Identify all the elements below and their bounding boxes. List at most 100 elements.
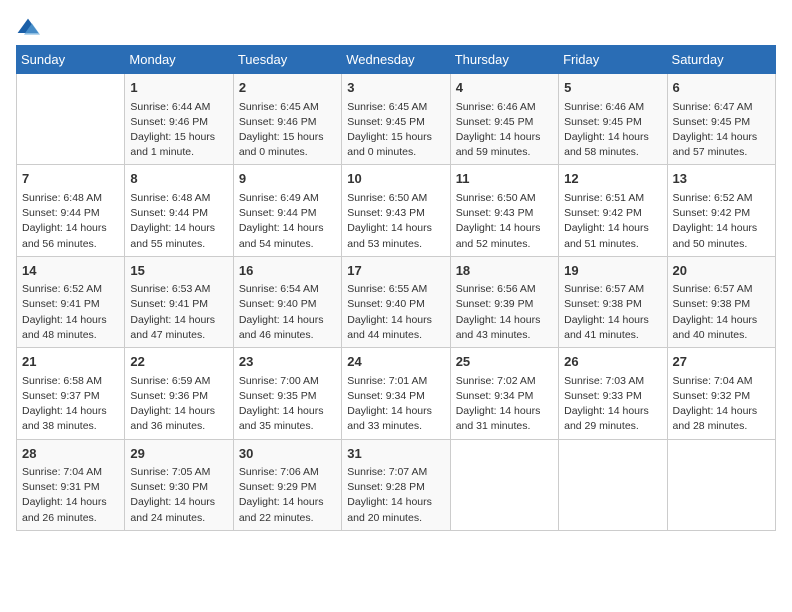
day-info: Sunrise: 6:46 AM Sunset: 9:45 PM Dayligh… — [564, 100, 661, 161]
day-number: 12 — [564, 169, 661, 189]
day-info: Sunrise: 7:03 AM Sunset: 9:33 PM Dayligh… — [564, 374, 661, 435]
day-number: 26 — [564, 352, 661, 372]
day-number: 4 — [456, 78, 553, 98]
calendar-cell: 11Sunrise: 6:50 AM Sunset: 9:43 PM Dayli… — [450, 165, 558, 256]
day-number: 11 — [456, 169, 553, 189]
calendar-cell: 2Sunrise: 6:45 AM Sunset: 9:46 PM Daylig… — [233, 74, 341, 165]
calendar-cell: 12Sunrise: 6:51 AM Sunset: 9:42 PM Dayli… — [559, 165, 667, 256]
calendar-cell: 22Sunrise: 6:59 AM Sunset: 9:36 PM Dayli… — [125, 348, 233, 439]
calendar-table: SundayMondayTuesdayWednesdayThursdayFrid… — [16, 45, 776, 531]
day-info: Sunrise: 6:58 AM Sunset: 9:37 PM Dayligh… — [22, 374, 119, 435]
day-header-saturday: Saturday — [667, 46, 775, 74]
day-info: Sunrise: 6:52 AM Sunset: 9:41 PM Dayligh… — [22, 282, 119, 343]
logo — [16, 16, 44, 37]
day-info: Sunrise: 6:45 AM Sunset: 9:46 PM Dayligh… — [239, 100, 336, 161]
calendar-cell: 18Sunrise: 6:56 AM Sunset: 9:39 PM Dayli… — [450, 256, 558, 347]
day-info: Sunrise: 7:04 AM Sunset: 9:31 PM Dayligh… — [22, 465, 119, 526]
day-info: Sunrise: 6:49 AM Sunset: 9:44 PM Dayligh… — [239, 191, 336, 252]
calendar-cell — [667, 439, 775, 530]
day-number: 29 — [130, 444, 227, 464]
day-number: 10 — [347, 169, 444, 189]
calendar-cell: 29Sunrise: 7:05 AM Sunset: 9:30 PM Dayli… — [125, 439, 233, 530]
day-info: Sunrise: 6:56 AM Sunset: 9:39 PM Dayligh… — [456, 282, 553, 343]
calendar-cell — [17, 74, 125, 165]
calendar-cell: 26Sunrise: 7:03 AM Sunset: 9:33 PM Dayli… — [559, 348, 667, 439]
calendar-cell: 4Sunrise: 6:46 AM Sunset: 9:45 PM Daylig… — [450, 74, 558, 165]
calendar-cell: 25Sunrise: 7:02 AM Sunset: 9:34 PM Dayli… — [450, 348, 558, 439]
day-info: Sunrise: 6:48 AM Sunset: 9:44 PM Dayligh… — [22, 191, 119, 252]
day-number: 24 — [347, 352, 444, 372]
calendar-cell: 27Sunrise: 7:04 AM Sunset: 9:32 PM Dayli… — [667, 348, 775, 439]
day-info: Sunrise: 7:00 AM Sunset: 9:35 PM Dayligh… — [239, 374, 336, 435]
day-number: 16 — [239, 261, 336, 281]
day-number: 21 — [22, 352, 119, 372]
day-info: Sunrise: 6:50 AM Sunset: 9:43 PM Dayligh… — [456, 191, 553, 252]
day-info: Sunrise: 6:46 AM Sunset: 9:45 PM Dayligh… — [456, 100, 553, 161]
day-info: Sunrise: 7:06 AM Sunset: 9:29 PM Dayligh… — [239, 465, 336, 526]
day-number: 6 — [673, 78, 770, 98]
calendar-cell: 1Sunrise: 6:44 AM Sunset: 9:46 PM Daylig… — [125, 74, 233, 165]
day-number: 22 — [130, 352, 227, 372]
day-header-thursday: Thursday — [450, 46, 558, 74]
day-number: 3 — [347, 78, 444, 98]
day-number: 7 — [22, 169, 119, 189]
calendar-cell: 13Sunrise: 6:52 AM Sunset: 9:42 PM Dayli… — [667, 165, 775, 256]
day-number: 25 — [456, 352, 553, 372]
day-header-sunday: Sunday — [17, 46, 125, 74]
calendar-cell: 6Sunrise: 6:47 AM Sunset: 9:45 PM Daylig… — [667, 74, 775, 165]
day-info: Sunrise: 7:04 AM Sunset: 9:32 PM Dayligh… — [673, 374, 770, 435]
day-info: Sunrise: 6:53 AM Sunset: 9:41 PM Dayligh… — [130, 282, 227, 343]
calendar-cell: 23Sunrise: 7:00 AM Sunset: 9:35 PM Dayli… — [233, 348, 341, 439]
day-info: Sunrise: 6:59 AM Sunset: 9:36 PM Dayligh… — [130, 374, 227, 435]
day-number: 8 — [130, 169, 227, 189]
day-info: Sunrise: 6:55 AM Sunset: 9:40 PM Dayligh… — [347, 282, 444, 343]
day-info: Sunrise: 7:01 AM Sunset: 9:34 PM Dayligh… — [347, 374, 444, 435]
calendar-cell: 19Sunrise: 6:57 AM Sunset: 9:38 PM Dayli… — [559, 256, 667, 347]
day-header-wednesday: Wednesday — [342, 46, 450, 74]
calendar-cell — [559, 439, 667, 530]
calendar-cell: 30Sunrise: 7:06 AM Sunset: 9:29 PM Dayli… — [233, 439, 341, 530]
day-info: Sunrise: 6:47 AM Sunset: 9:45 PM Dayligh… — [673, 100, 770, 161]
day-number: 13 — [673, 169, 770, 189]
calendar-cell: 28Sunrise: 7:04 AM Sunset: 9:31 PM Dayli… — [17, 439, 125, 530]
calendar-cell: 10Sunrise: 6:50 AM Sunset: 9:43 PM Dayli… — [342, 165, 450, 256]
calendar-cell: 3Sunrise: 6:45 AM Sunset: 9:45 PM Daylig… — [342, 74, 450, 165]
day-number: 5 — [564, 78, 661, 98]
day-number: 23 — [239, 352, 336, 372]
calendar-cell — [450, 439, 558, 530]
day-number: 31 — [347, 444, 444, 464]
day-number: 15 — [130, 261, 227, 281]
day-info: Sunrise: 7:07 AM Sunset: 9:28 PM Dayligh… — [347, 465, 444, 526]
calendar-cell: 14Sunrise: 6:52 AM Sunset: 9:41 PM Dayli… — [17, 256, 125, 347]
calendar-cell: 15Sunrise: 6:53 AM Sunset: 9:41 PM Dayli… — [125, 256, 233, 347]
day-info: Sunrise: 6:54 AM Sunset: 9:40 PM Dayligh… — [239, 282, 336, 343]
calendar-cell: 21Sunrise: 6:58 AM Sunset: 9:37 PM Dayli… — [17, 348, 125, 439]
calendar-cell: 8Sunrise: 6:48 AM Sunset: 9:44 PM Daylig… — [125, 165, 233, 256]
day-header-monday: Monday — [125, 46, 233, 74]
day-number: 14 — [22, 261, 119, 281]
day-info: Sunrise: 6:50 AM Sunset: 9:43 PM Dayligh… — [347, 191, 444, 252]
day-number: 2 — [239, 78, 336, 98]
day-number: 17 — [347, 261, 444, 281]
day-number: 28 — [22, 444, 119, 464]
day-number: 30 — [239, 444, 336, 464]
day-number: 20 — [673, 261, 770, 281]
calendar-cell: 5Sunrise: 6:46 AM Sunset: 9:45 PM Daylig… — [559, 74, 667, 165]
day-info: Sunrise: 7:05 AM Sunset: 9:30 PM Dayligh… — [130, 465, 227, 526]
day-info: Sunrise: 6:57 AM Sunset: 9:38 PM Dayligh… — [564, 282, 661, 343]
calendar-cell: 9Sunrise: 6:49 AM Sunset: 9:44 PM Daylig… — [233, 165, 341, 256]
day-number: 27 — [673, 352, 770, 372]
calendar-cell: 20Sunrise: 6:57 AM Sunset: 9:38 PM Dayli… — [667, 256, 775, 347]
day-number: 18 — [456, 261, 553, 281]
logo-icon — [16, 17, 40, 37]
calendar-cell: 31Sunrise: 7:07 AM Sunset: 9:28 PM Dayli… — [342, 439, 450, 530]
day-info: Sunrise: 7:02 AM Sunset: 9:34 PM Dayligh… — [456, 374, 553, 435]
calendar-cell: 24Sunrise: 7:01 AM Sunset: 9:34 PM Dayli… — [342, 348, 450, 439]
day-info: Sunrise: 6:45 AM Sunset: 9:45 PM Dayligh… — [347, 100, 444, 161]
day-number: 1 — [130, 78, 227, 98]
day-info: Sunrise: 6:52 AM Sunset: 9:42 PM Dayligh… — [673, 191, 770, 252]
day-number: 9 — [239, 169, 336, 189]
calendar-cell: 16Sunrise: 6:54 AM Sunset: 9:40 PM Dayli… — [233, 256, 341, 347]
day-info: Sunrise: 6:48 AM Sunset: 9:44 PM Dayligh… — [130, 191, 227, 252]
day-header-friday: Friday — [559, 46, 667, 74]
